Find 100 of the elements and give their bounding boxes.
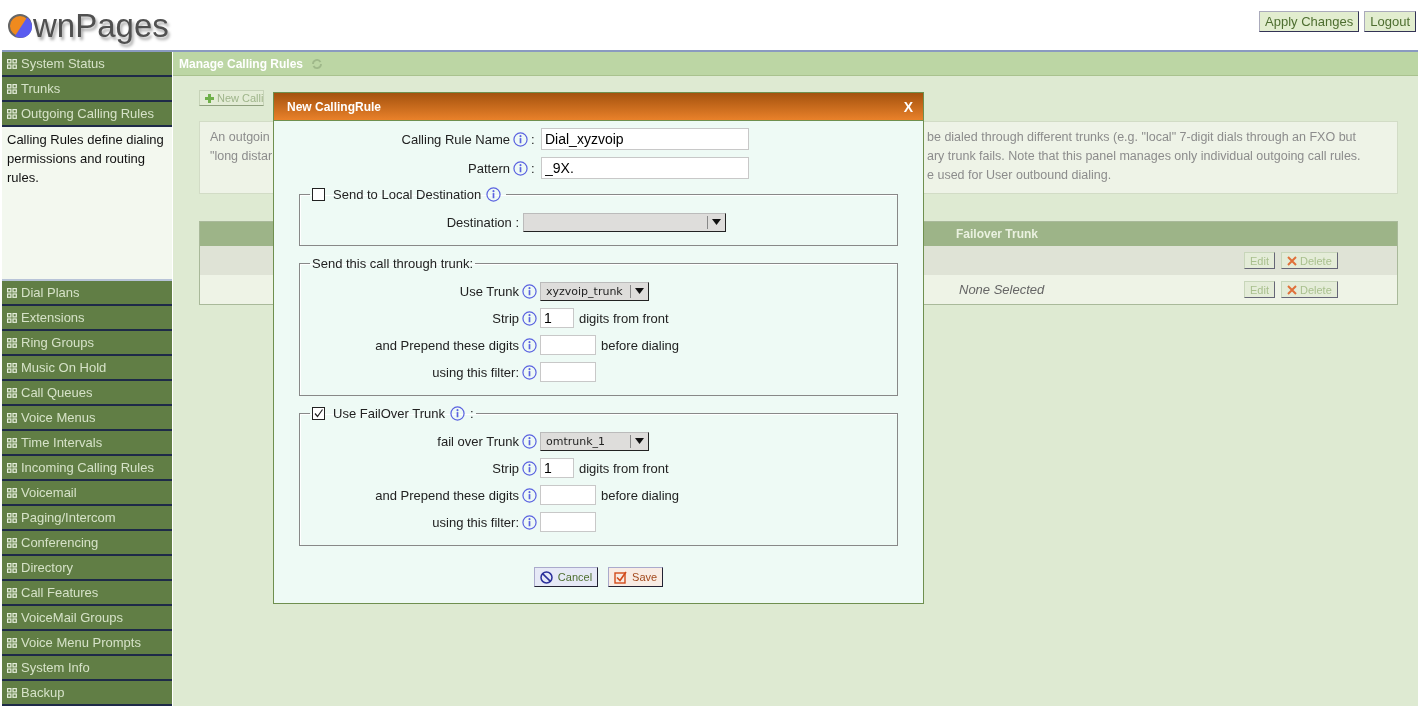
checkbox[interactable] [312, 188, 325, 201]
info-icon[interactable] [450, 406, 465, 421]
text-field[interactable] [540, 485, 596, 505]
sidebar-item[interactable]: Voice Menu Prompts [2, 631, 172, 656]
sidebar-item[interactable]: Directory [2, 556, 172, 581]
info-icon[interactable] [522, 337, 537, 353]
info-icon[interactable] [522, 310, 537, 326]
sidebar-item[interactable]: System Status [2, 52, 172, 77]
grid-icon [7, 662, 17, 673]
description-text: An outgoin [210, 129, 271, 146]
sidebar-item[interactable]: Call Features [2, 581, 172, 606]
text-field[interactable] [540, 512, 596, 532]
cancel-icon [539, 570, 553, 584]
caret-icon [635, 438, 644, 444]
grid-icon [7, 337, 17, 348]
grid-icon [7, 362, 17, 373]
text-field[interactable] [540, 335, 596, 355]
grid-icon [7, 562, 17, 573]
header-button[interactable]: Apply Changes [1259, 11, 1360, 32]
info-icon[interactable] [522, 364, 537, 380]
info-icon[interactable] [522, 487, 537, 503]
section-label: Use FailOver Trunk [333, 406, 445, 421]
sidebar-item[interactable]: Time Intervals [2, 431, 172, 456]
grid-icon [7, 412, 17, 423]
colon: : [470, 406, 474, 421]
delete-icon [1286, 255, 1297, 266]
grid-icon [7, 58, 17, 69]
field-label: using this filter: [431, 514, 519, 530]
dialog-title: New CallingRule [287, 99, 381, 114]
description-text: be dialed through different trunks (e.g. "local" 7-digit dials through an FXO but [927, 129, 1358, 146]
grid-icon [7, 108, 17, 119]
sidebar-item[interactable]: Call Queues [2, 381, 172, 406]
field-hint: digits from front [579, 310, 669, 326]
dropdown[interactable]: xyzvoip_trunk [540, 281, 649, 301]
grid-icon [7, 287, 17, 298]
plus-icon [205, 93, 214, 103]
delete-icon [1286, 284, 1297, 295]
text-field[interactable] [540, 362, 596, 382]
text-field[interactable]: _9X. [541, 157, 749, 179]
caret-icon [712, 219, 721, 225]
grid-icon [7, 83, 17, 94]
sidebar-item[interactable]: Incoming Calling Rules [2, 456, 172, 481]
colon: : [531, 131, 536, 147]
field-label: fail over Trunk [436, 433, 519, 449]
grid-icon [7, 687, 17, 698]
dropdown[interactable]: omtrunk_1 [540, 431, 649, 451]
field-hint: before dialing [601, 487, 680, 503]
field-label: Use Trunk [458, 283, 519, 299]
sidebar-item[interactable]: Paging/Intercom [2, 506, 172, 531]
sidebar-item[interactable]: Backup [2, 681, 172, 706]
save-button[interactable]: Save [608, 567, 664, 587]
field-label: using this filter: [431, 364, 519, 380]
grid-icon [7, 312, 17, 323]
logo-icon [7, 13, 33, 39]
cancel-button[interactable]: Cancel [533, 567, 599, 587]
sidebar-item[interactable]: Music On Hold [2, 356, 172, 381]
checkbox[interactable] [312, 407, 325, 420]
info-icon[interactable] [522, 514, 537, 530]
grid-icon [7, 462, 17, 473]
field-label: Strip [491, 460, 519, 476]
info-icon[interactable] [513, 160, 528, 176]
sidebar-item[interactable]: Conferencing [2, 531, 172, 556]
text-field[interactable]: 1 [540, 458, 574, 478]
field-label: Calling Rule Name [400, 131, 510, 147]
text-field[interactable]: Dial_xyzvoip [541, 128, 749, 150]
sidebar-item[interactable]: System Info [2, 656, 172, 681]
info-icon[interactable] [522, 283, 537, 299]
field-label: and Prepend these digits [374, 487, 519, 503]
description-text: e used for User outbound dialing. [927, 167, 1113, 184]
section-label: Send to Local Destination [333, 187, 482, 202]
sidebar-item[interactable]: Voicemail [2, 481, 172, 506]
text-field[interactable]: 1 [540, 308, 574, 328]
field-label: and Prepend these digits [374, 337, 519, 353]
info-icon[interactable] [513, 131, 528, 147]
table-cell-text: None Selected [958, 282, 1045, 297]
section-label: Send this call through trunk: [312, 256, 474, 271]
grid-icon [7, 437, 17, 448]
description-text: "long distar [210, 148, 273, 165]
field-label: Destination : [445, 214, 519, 230]
sidebar-item[interactable]: VoiceMail Groups [2, 606, 172, 631]
sidebar-item[interactable]: Trunks [2, 77, 172, 102]
header-button[interactable]: Logout [1364, 11, 1416, 32]
field-hint: before dialing [601, 337, 680, 353]
grid-icon [7, 537, 17, 548]
grid-icon [7, 637, 17, 648]
new-rule-button[interactable]: New Calli [199, 90, 265, 106]
info-icon[interactable] [522, 460, 537, 476]
sidebar-item[interactable]: Voice Menus [2, 406, 172, 431]
grid-icon [7, 587, 17, 598]
close-button[interactable]: X [903, 98, 913, 115]
info-icon[interactable] [486, 187, 502, 202]
sidebar-item[interactable]: Ring Groups [2, 331, 172, 356]
grid-icon [7, 512, 17, 523]
sidebar-item[interactable]: Extensions [2, 306, 172, 331]
field-hint: digits from front [579, 460, 669, 476]
dropdown[interactable] [523, 212, 726, 232]
sidebar-item[interactable]: Outgoing Calling Rules [2, 102, 172, 127]
field-label: Pattern [467, 160, 510, 176]
sidebar-item[interactable]: Dial Plans [2, 281, 172, 306]
info-icon[interactable] [522, 433, 537, 449]
